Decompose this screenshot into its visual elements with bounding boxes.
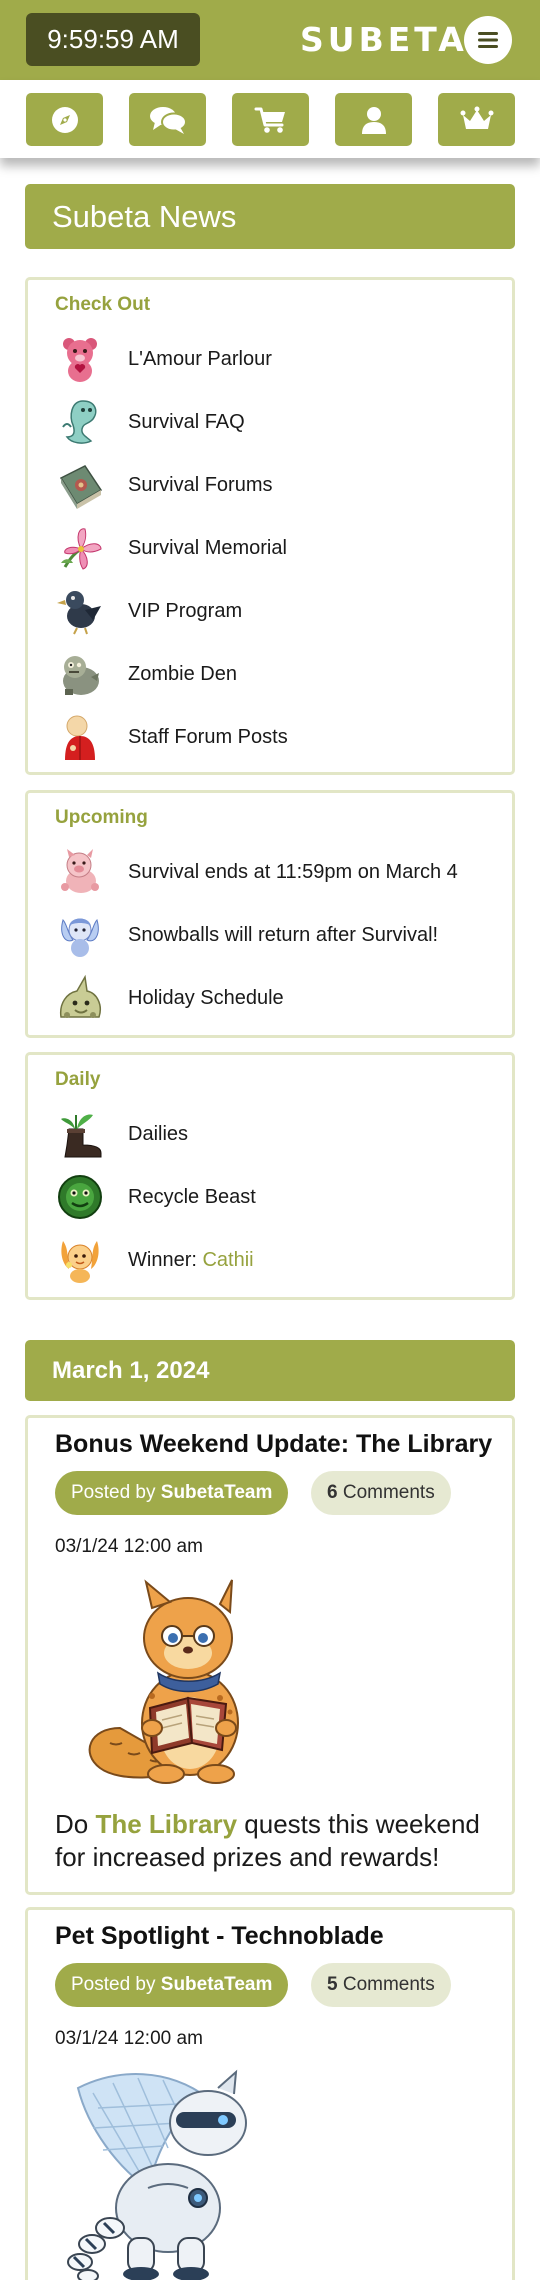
section-title: Check Out [55, 294, 151, 315]
list-item[interactable]: Survival ends at 11:59pm on March 4 [55, 845, 458, 899]
post-date: 03/1/24 12:00 am [55, 2028, 203, 2049]
list-item[interactable]: Survival Forums [55, 458, 272, 512]
user-icon [361, 106, 386, 134]
comments-button[interactable]: 6 Comments [311, 1471, 451, 1515]
chat-bubbles-icon [149, 106, 187, 134]
upcoming-box: Upcoming Survival ends at 11:59pm on Mar… [25, 790, 515, 1038]
orange-creature-icon [61, 1241, 99, 1283]
list-item[interactable]: Dailies [55, 1107, 188, 1161]
list-item[interactable]: Zombie Den [55, 647, 237, 701]
list-item[interactable]: Staff Forum Posts [55, 710, 288, 764]
recycle-beast-icon [58, 1175, 102, 1219]
green-blob-icon [59, 974, 101, 1018]
site-logo[interactable]: SUBETA [300, 18, 468, 62]
list-item[interactable]: Survival Memorial [55, 521, 287, 575]
compass-icon [51, 106, 78, 133]
hamburger-icon [478, 32, 498, 48]
profile-button[interactable] [335, 93, 412, 146]
crow-icon [57, 591, 101, 635]
boot-plant-icon [61, 1114, 102, 1158]
shopping-cart-icon [254, 107, 285, 133]
clock: 9:59:59 AM [26, 13, 200, 66]
top-bar: 9:59:59 AM SUBETA [0, 0, 540, 80]
list-item[interactable]: VIP Program [55, 584, 242, 638]
snow-fairy-icon [61, 918, 99, 957]
ghost-creature-icon [62, 400, 97, 444]
icon-navigation [0, 80, 540, 158]
crown-icon [460, 106, 493, 129]
section-title: Daily [55, 1069, 101, 1090]
news-post: Pet Spotlight - Technoblade Posted by Su… [25, 1907, 515, 2280]
author-badge[interactable]: Posted by SubetaTeam [55, 1471, 289, 1515]
list-item[interactable]: Recycle Beast [55, 1170, 256, 1224]
post-title[interactable]: Pet Spotlight - Technoblade [55, 1922, 384, 1951]
explore-button[interactable] [26, 93, 103, 146]
pink-pig-icon [61, 849, 99, 893]
list-item[interactable]: L'Amour Parlour [55, 332, 272, 386]
list-item[interactable]: Survival FAQ [55, 395, 245, 449]
book-icon [59, 465, 103, 509]
winner-name-link[interactable]: Cathii [202, 1249, 253, 1271]
lily-flower-icon [61, 528, 102, 570]
list-item[interactable]: Winner: Cathii [55, 1233, 254, 1287]
pink-bear-icon [63, 338, 97, 382]
news-header: Subeta News [25, 184, 515, 249]
vip-button[interactable] [438, 93, 515, 146]
shops-button[interactable] [232, 93, 309, 146]
comments-button[interactable]: 5 Comments [311, 1963, 451, 2007]
section-title: Upcoming [55, 807, 148, 828]
reading-creature-illustration [88, 1579, 239, 1784]
zombie-icon [63, 656, 99, 695]
menu-button[interactable] [464, 16, 512, 64]
post-date: 03/1/24 12:00 am [55, 1536, 203, 1557]
daily-box: Daily Dailies Recycle Beast Winner: Cath… [25, 1052, 515, 1300]
author-badge[interactable]: Posted by SubetaTeam [55, 1963, 289, 2007]
post-title[interactable]: Bonus Weekend Update: The Library [55, 1430, 492, 1459]
forums-button[interactable] [129, 93, 206, 146]
check-out-box: Check Out L'Amour Parlour Survival FAQ S… [25, 277, 515, 775]
library-link[interactable]: The Library [95, 1809, 237, 1839]
news-post: Bonus Weekend Update: The Library Posted… [25, 1415, 515, 1895]
robot-dragon-illustration [67, 2069, 247, 2280]
list-item[interactable]: Holiday Schedule [55, 971, 284, 1025]
date-header: March 1, 2024 [25, 1340, 515, 1401]
post-body: Do The Library quests this weekend for i… [55, 1809, 480, 1872]
list-item[interactable]: Snowballs will return after Survival! [55, 908, 438, 962]
staff-avatar-icon [65, 715, 95, 760]
